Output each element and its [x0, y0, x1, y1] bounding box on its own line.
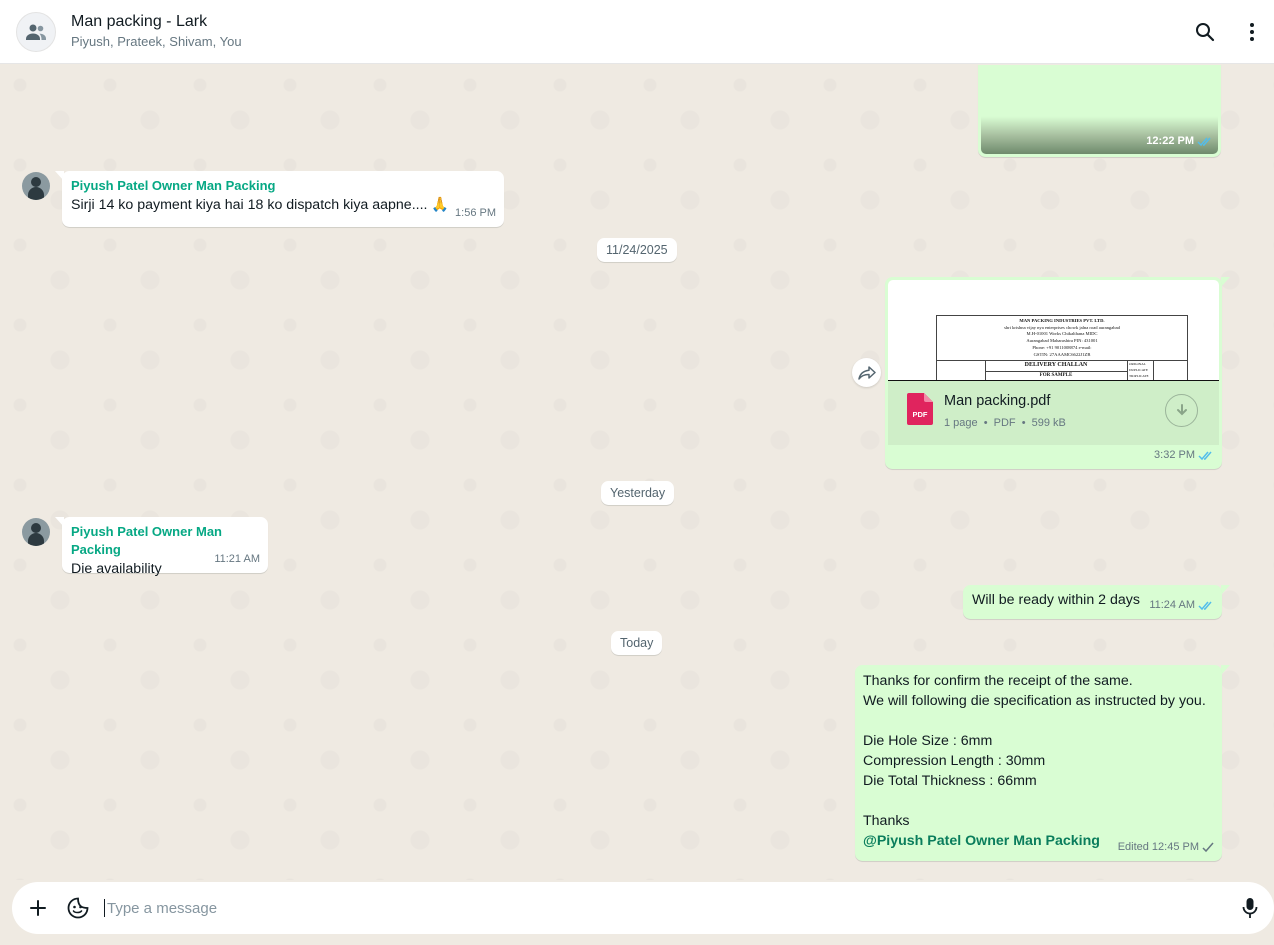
message-line: Die Total Thickness : 66mm — [863, 773, 1037, 789]
message-composer — [12, 882, 1274, 934]
search-icon — [1196, 23, 1215, 42]
download-icon — [1176, 403, 1187, 415]
message-line: Die Hole Size : 6mm — [863, 733, 993, 749]
pdf-address-3: Aurangabad Maharashtra PIN: 431001 — [1026, 338, 1098, 344]
message-time: 3:32 PM — [1154, 449, 1195, 461]
edited-label: Edited — [1117, 841, 1149, 853]
group-avatar[interactable] — [16, 11, 56, 52]
attach-button[interactable] — [24, 894, 52, 922]
file-name: Man packing.pdf — [944, 393, 1051, 409]
image-message[interactable]: 12:22 PM — [978, 65, 1221, 157]
chat-header[interactable]: Man packing - Lark Piyush, Prateek, Shiv… — [0, 0, 1274, 64]
pdf-phone: Phone: +91 9011008874 e-mail: — [1032, 344, 1092, 350]
date-separator: Today — [611, 631, 663, 655]
message-line: Thanks for confirm the receipt of the sa… — [863, 673, 1133, 689]
pdf-company: MAN PACKING INDUSTRIES PVT. LTD. — [1019, 318, 1105, 323]
sent-tick-icon — [1202, 842, 1214, 852]
text-cursor — [104, 899, 105, 917]
message-meta: 11:24 AM — [1149, 595, 1214, 615]
message-meta: 11:21 AM — [214, 549, 260, 569]
message-input[interactable] — [107, 893, 1236, 923]
bubble-tail — [1221, 277, 1230, 287]
file-pages: 1 page — [944, 417, 978, 429]
forward-button[interactable] — [852, 358, 881, 387]
avatar[interactable] — [22, 172, 50, 200]
more-vertical-icon — [1250, 23, 1254, 41]
download-button[interactable] — [1165, 394, 1198, 427]
pdf-address-2: M.H-01001 Works Chikalthana MIDC — [1026, 331, 1098, 337]
date-separator: Yesterday — [601, 481, 675, 505]
document-message[interactable]: MAN PACKING INDUSTRIES PVT. LTD. shri kr… — [885, 277, 1222, 469]
pdf-address-1: shri krishna vijay nya enterprises chowk… — [1004, 324, 1120, 330]
date-separator: 11/24/2025 — [597, 238, 677, 262]
forward-icon — [857, 365, 876, 380]
bubble-tail — [1221, 585, 1230, 595]
message-time: 12:22 PM — [1146, 135, 1194, 147]
message-time: 11:21 AM — [214, 553, 260, 565]
pdf-subtitle: FOR SAMPLE — [1039, 373, 1073, 378]
bubble-tail — [1221, 665, 1230, 675]
chat-members: Piyush, Prateek, Shivam, You — [71, 34, 242, 49]
message-line: We will following die specification as i… — [863, 693, 1206, 709]
incoming-message[interactable]: Piyush Patel Owner Man Packing Sirji 14 … — [62, 171, 504, 227]
message-body: Sirji 14 ko payment kiya hai 18 ko dispa… — [71, 195, 495, 215]
message-time: 11:24 AM — [1149, 599, 1195, 611]
file-info[interactable]: PDF Man packing.pdf 1 page • PDF • 599 k… — [888, 381, 1219, 445]
message-meta: Edited 12:45 PM — [1118, 837, 1214, 857]
outgoing-message[interactable]: Thanks for confirm the receipt of the sa… — [855, 665, 1222, 861]
file-type: PDF — [993, 417, 1016, 429]
incoming-message[interactable]: Piyush Patel Owner Man Packing Die avail… — [62, 517, 268, 577]
search-button[interactable] — [1193, 20, 1217, 44]
pdf-preview[interactable]: MAN PACKING INDUSTRIES PVT. LTD. shri kr… — [888, 280, 1219, 381]
header-info[interactable]: Man packing - Lark Piyush, Prateek, Shiv… — [71, 12, 242, 51]
microphone-icon — [1242, 898, 1258, 918]
file-details: 1 page • PDF • 599 kB — [944, 417, 1066, 429]
read-tick-icon — [1198, 451, 1212, 460]
message-text: Will be ready within 2 days — [972, 592, 1140, 608]
voice-message-button[interactable] — [1236, 894, 1264, 922]
pdf-gstin: GSTIN: 27AAAMC6622J1ZB — [1033, 351, 1091, 357]
message-meta: 1:56 PM — [455, 203, 496, 223]
message-list[interactable]: 12:22 PM Piyush Patel Owner Man Packing … — [0, 65, 1274, 880]
message-meta: 3:32 PM — [1154, 445, 1214, 465]
plus-icon — [30, 900, 46, 916]
message-text: Sirji 14 ko payment kiya hai 18 ko dispa… — [71, 197, 428, 213]
message-time: 1:56 PM — [455, 207, 496, 219]
message-time: 12:45 PM — [1151, 841, 1199, 853]
sender-name[interactable]: Piyush Patel Owner Man Packing — [71, 177, 495, 195]
group-icon — [26, 24, 46, 40]
pdf-copy-triplicate: TRIPLICATE — [1129, 374, 1149, 378]
message-line: Compression Length : 30mm — [863, 753, 1046, 769]
sticker-icon — [67, 897, 89, 919]
avatar[interactable] — [22, 518, 50, 546]
message-meta: 12:22 PM — [1146, 131, 1213, 151]
message-line: Thanks — [863, 813, 910, 829]
pdf-icon: PDF — [907, 393, 933, 425]
read-tick-icon — [1197, 137, 1211, 146]
svg-text:PDF: PDF — [913, 410, 928, 419]
emoji: 🙏 — [431, 197, 450, 213]
pdf-title: DELIVERY CHALLAN — [1024, 362, 1088, 368]
pdf-page: MAN PACKING INDUSTRIES PVT. LTD. shri kr… — [936, 315, 1188, 381]
menu-button[interactable] — [1240, 20, 1264, 44]
file-size: 599 kB — [1031, 417, 1066, 429]
read-tick-icon — [1198, 601, 1212, 610]
chat-title: Man packing - Lark — [71, 13, 208, 30]
sticker-button[interactable] — [64, 894, 92, 922]
outgoing-message[interactable]: Will be ready within 2 days 11:24 AM — [963, 585, 1222, 619]
